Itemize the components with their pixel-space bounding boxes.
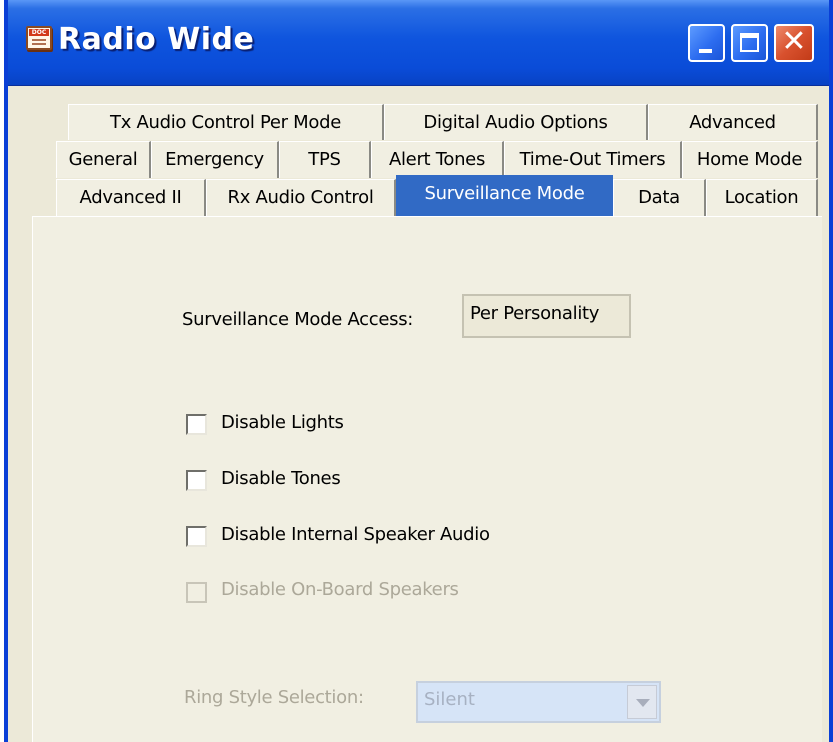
ring-style-value: Silent — [424, 689, 475, 710]
minimize-icon — [699, 49, 712, 53]
tab-tps[interactable]: TPS — [279, 141, 371, 178]
dropdown-button — [627, 685, 657, 719]
ring-style-label: Ring Style Selection: — [184, 687, 364, 708]
tab-emergency[interactable]: Emergency — [151, 141, 279, 178]
disable-on-board-speakers-checkbox — [186, 582, 207, 603]
tab-general[interactable]: General — [56, 141, 151, 178]
surveillance-access-label: Surveillance Mode Access: — [182, 309, 414, 330]
tab-advanced-ii[interactable]: Advanced II — [56, 179, 206, 217]
close-button[interactable]: ✕ — [774, 24, 814, 62]
close-icon: ✕ — [781, 24, 807, 59]
surveillance-access-field: Per Personality — [462, 294, 631, 338]
tab-advanced[interactable]: Advanced — [648, 104, 818, 140]
tab-data[interactable]: Data — [613, 179, 706, 217]
disable-lights-label[interactable]: Disable Lights — [221, 412, 344, 433]
surveillance-mode-panel — [32, 216, 822, 742]
app-icon-text: DOC — [29, 29, 49, 36]
maximize-button[interactable] — [731, 24, 768, 62]
maximize-icon — [740, 33, 759, 52]
ring-style-select: Silent — [416, 681, 661, 723]
disable-lights-checkbox[interactable] — [186, 414, 207, 435]
disable-tones-checkbox[interactable] — [186, 470, 207, 491]
disable-internal-speaker-audio-checkbox[interactable] — [186, 526, 207, 547]
tab-rx-audio-control[interactable]: Rx Audio Control — [206, 179, 396, 217]
disable-internal-speaker-audio-label[interactable]: Disable Internal Speaker Audio — [221, 524, 490, 545]
tab-tx-audio-control-per-mode[interactable]: Tx Audio Control Per Mode — [68, 104, 384, 140]
disable-tones-label[interactable]: Disable Tones — [221, 468, 341, 489]
tab-surveillance-mode[interactable]: Surveillance Mode — [396, 175, 613, 217]
tab-home-mode[interactable]: Home Mode — [682, 141, 818, 178]
app-window: DOC Radio Wide ✕ Tx Audio Control Per Mo… — [4, 0, 833, 742]
disable-on-board-speakers-label: Disable On-Board Speakers — [221, 579, 459, 600]
window-title: Radio Wide — [58, 22, 255, 57]
tab-time-out-timers[interactable]: Time-Out Timers — [504, 141, 682, 178]
minimize-button[interactable] — [688, 24, 725, 62]
tab-alert-tones[interactable]: Alert Tones — [371, 141, 504, 178]
title-bar[interactable]: DOC Radio Wide ✕ — [8, 0, 829, 86]
document-app-icon[interactable]: DOC — [26, 26, 52, 50]
tab-location[interactable]: Location — [706, 179, 818, 217]
chevron-down-icon — [636, 699, 650, 707]
tab-digital-audio-options[interactable]: Digital Audio Options — [384, 104, 648, 140]
